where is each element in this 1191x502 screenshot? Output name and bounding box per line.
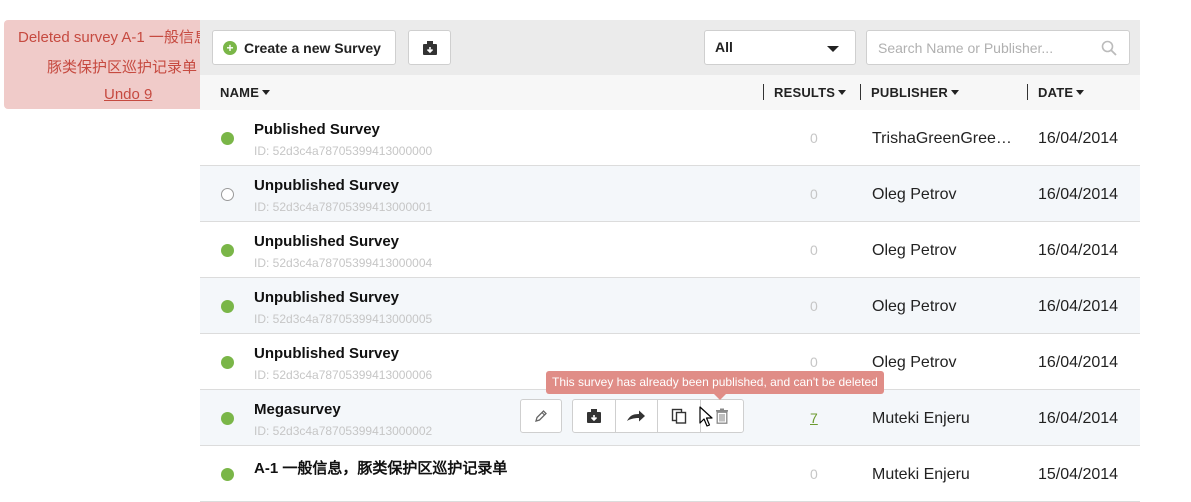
- edit-button[interactable]: [520, 399, 562, 433]
- table-header: NAME RESULTS PUBLISHER DATE: [200, 75, 1140, 110]
- published-status-dot: [221, 132, 234, 145]
- survey-name[interactable]: A-1 一般信息，豚类保护区巡护记录单: [254, 457, 507, 478]
- survey-date: 16/04/2014: [1038, 130, 1119, 147]
- archive-survey-button[interactable]: [573, 400, 616, 432]
- publisher-name: Oleg Petrov: [872, 298, 957, 315]
- column-divider: [763, 84, 764, 100]
- publisher-name: TrishaGreenGreenGreen: [872, 130, 1014, 147]
- delete-disabled-tooltip: This survey has already been published, …: [546, 371, 884, 400]
- survey-date: 15/04/2014: [1038, 466, 1119, 483]
- survey-date: 16/04/2014: [1038, 242, 1119, 259]
- pencil-icon: [535, 410, 547, 422]
- survey-date: 16/04/2014: [1038, 298, 1119, 315]
- row-action-group: [572, 399, 744, 433]
- survey-name[interactable]: Published Survey: [254, 121, 380, 138]
- status-filter-select[interactable]: All: [704, 30, 856, 65]
- column-divider: [1027, 84, 1028, 100]
- survey-id: ID: 52d3c4a78705399413000005: [254, 312, 433, 326]
- sort-by-name[interactable]: NAME: [220, 85, 271, 100]
- date-column-label: DATE: [1038, 85, 1074, 100]
- plus-icon: +: [223, 40, 237, 55]
- survey-date: 16/04/2014: [1038, 410, 1119, 427]
- table-row[interactable]: Published Survey ID: 52d3c4a787053994130…: [200, 110, 1140, 166]
- results-count: 0: [810, 466, 818, 482]
- results-count: 0: [810, 298, 818, 314]
- share-arrow-icon: [627, 410, 646, 422]
- undo-link[interactable]: Undo 9: [104, 86, 152, 103]
- sort-by-results[interactable]: RESULTS: [774, 85, 847, 100]
- sort-down-icon: [950, 90, 959, 95]
- duplicate-survey-button[interactable]: [658, 400, 701, 432]
- sort-by-date[interactable]: DATE: [1038, 85, 1085, 100]
- results-count: 0: [810, 186, 818, 202]
- publisher-name: Muteki Enjeru: [872, 466, 970, 483]
- trash-icon: [715, 408, 728, 424]
- copy-icon: [671, 408, 686, 424]
- sort-by-publisher[interactable]: PUBLISHER: [871, 85, 959, 100]
- survey-id: ID: 52d3c4a78705399413000002: [254, 424, 433, 438]
- publisher-column-label: PUBLISHER: [871, 85, 948, 100]
- sort-down-icon: [838, 90, 847, 95]
- published-status-dot: [221, 412, 234, 425]
- survey-name[interactable]: Unpublished Survey: [254, 233, 399, 250]
- results-link[interactable]: 7: [810, 410, 818, 426]
- survey-id: ID: 52d3c4a78705399413000001: [254, 200, 433, 214]
- publisher-name: Oleg Petrov: [872, 242, 957, 259]
- survey-name[interactable]: Unpublished Survey: [254, 289, 399, 306]
- archive-icon: [586, 409, 601, 423]
- publisher-name: Muteki Enjeru: [872, 410, 970, 427]
- results-count: 0: [810, 354, 818, 370]
- sort-down-icon: [1076, 90, 1085, 95]
- archive-icon: [422, 40, 437, 55]
- survey-name[interactable]: Unpublished Survey: [254, 345, 399, 362]
- publisher-name: Oleg Petrov: [872, 186, 957, 203]
- search-icon[interactable]: [1101, 40, 1117, 56]
- survey-id: ID: 52d3c4a78705399413000006: [254, 368, 433, 382]
- survey-toolbar: + Create a new Survey All: [200, 20, 1140, 75]
- unpublished-status-dot: [221, 188, 234, 201]
- published-status-dot: [221, 356, 234, 369]
- deleted-notification: Deleted survey A-1 一般信息， 豚类保护区巡护记录单 Undo…: [4, 20, 200, 109]
- notification-message-line1: Deleted survey A-1 一般信息，: [18, 29, 200, 46]
- survey-date: 16/04/2014: [1038, 186, 1119, 203]
- column-divider: [860, 84, 861, 100]
- published-status-dot: [221, 300, 234, 313]
- table-row[interactable]: A-1 一般信息，豚类保护区巡护记录单 0 Muteki Enjeru 15/0…: [200, 446, 1140, 502]
- survey-id: ID: 52d3c4a78705399413000004: [254, 256, 433, 270]
- notification-message-line2: 豚类保护区巡护记录单: [47, 59, 198, 76]
- results-count: 0: [810, 242, 818, 258]
- table-row-hovered[interactable]: Megasurvey ID: 52d3c4a78705399413000002: [200, 390, 1140, 446]
- chevron-down-icon: [827, 46, 839, 52]
- name-column-label: NAME: [220, 85, 260, 100]
- create-survey-label: Create a new Survey: [244, 39, 381, 56]
- table-row[interactable]: Unpublished Survey ID: 52d3c4a7870539941…: [200, 222, 1140, 278]
- search-input[interactable]: [866, 30, 1130, 65]
- results-column-label: RESULTS: [774, 85, 836, 100]
- published-status-dot: [221, 468, 234, 481]
- survey-id: ID: 52d3c4a78705399413000000: [254, 144, 433, 158]
- create-survey-button[interactable]: + Create a new Survey: [212, 30, 396, 65]
- publisher-name: Oleg Petrov: [872, 354, 957, 371]
- table-row[interactable]: Unpublished Survey ID: 52d3c4a7870539941…: [200, 278, 1140, 334]
- results-count: 0: [810, 130, 818, 146]
- survey-date: 16/04/2014: [1038, 354, 1119, 371]
- published-status-dot: [221, 244, 234, 257]
- sort-down-icon: [262, 90, 271, 95]
- table-row[interactable]: Unpublished Survey ID: 52d3c4a7870539941…: [200, 166, 1140, 222]
- survey-name[interactable]: Unpublished Survey: [254, 177, 399, 194]
- status-filter-value: All: [715, 39, 733, 55]
- archive-button[interactable]: [408, 30, 451, 65]
- mouse-cursor-icon: [699, 406, 713, 427]
- survey-name[interactable]: Megasurvey: [254, 401, 341, 418]
- share-survey-button[interactable]: [616, 400, 658, 432]
